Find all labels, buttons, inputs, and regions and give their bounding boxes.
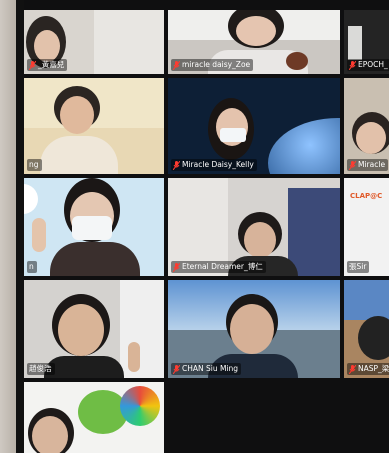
muted-mic-icon <box>349 364 356 374</box>
video-tile[interactable]: NASP_梁 <box>344 280 389 378</box>
video-tile[interactable] <box>24 382 164 453</box>
participant-name-label: CHAN Siu Ming <box>171 363 242 375</box>
participant-name-label: NASP_梁 <box>347 363 389 375</box>
video-tile[interactable]: ng <box>24 78 164 174</box>
video-tile[interactable]: 趙俊浩 <box>24 280 164 378</box>
video-tile[interactable]: Miracle Daisy_Kelly <box>168 78 340 174</box>
video-tile[interactable]: CHAN Siu Ming <box>168 280 340 378</box>
desk-background <box>0 0 16 453</box>
participant-name-label: miracle daisy_Zoe <box>171 59 254 71</box>
participant-name-label: Miracle Daisy_Kelly <box>171 159 257 171</box>
muted-mic-icon <box>173 160 180 170</box>
monitor-bezel <box>16 0 24 453</box>
video-tile[interactable]: n <box>24 178 164 276</box>
participant-name-label: n <box>27 261 37 273</box>
muted-mic-icon <box>173 364 180 374</box>
video-tile[interactable]: Eternal Dreamer_博仁 <box>168 178 340 276</box>
participant-name-label: ng <box>27 159 42 171</box>
video-tile[interactable]: EPOCH_ <box>344 10 389 74</box>
muted-mic-icon <box>173 60 180 70</box>
video-tile[interactable]: _黃嘉兒 <box>24 10 164 74</box>
video-gallery: _黃嘉兒 miracle daisy_Zoe EPOCH_ ng Miracle… <box>24 0 389 453</box>
muted-mic-icon <box>173 262 180 272</box>
muted-mic-icon <box>29 60 36 70</box>
video-tile[interactable]: Miracle <box>344 78 389 174</box>
video-tile[interactable]: CLAP@C 張Sir <box>344 178 389 276</box>
participant-name-label: Miracle <box>347 159 389 171</box>
participant-name-label: 趙俊浩 <box>27 363 55 375</box>
muted-mic-icon <box>349 160 356 170</box>
video-tile[interactable]: miracle daisy_Zoe <box>168 10 340 74</box>
muted-mic-icon <box>349 60 356 70</box>
participant-name-label: EPOCH_ <box>347 59 389 71</box>
participant-name-label: Eternal Dreamer_博仁 <box>171 261 266 273</box>
participant-name-label: _黃嘉兒 <box>27 59 68 71</box>
clap-logo: CLAP@C <box>350 192 383 200</box>
participant-name-label: 張Sir <box>347 261 370 273</box>
